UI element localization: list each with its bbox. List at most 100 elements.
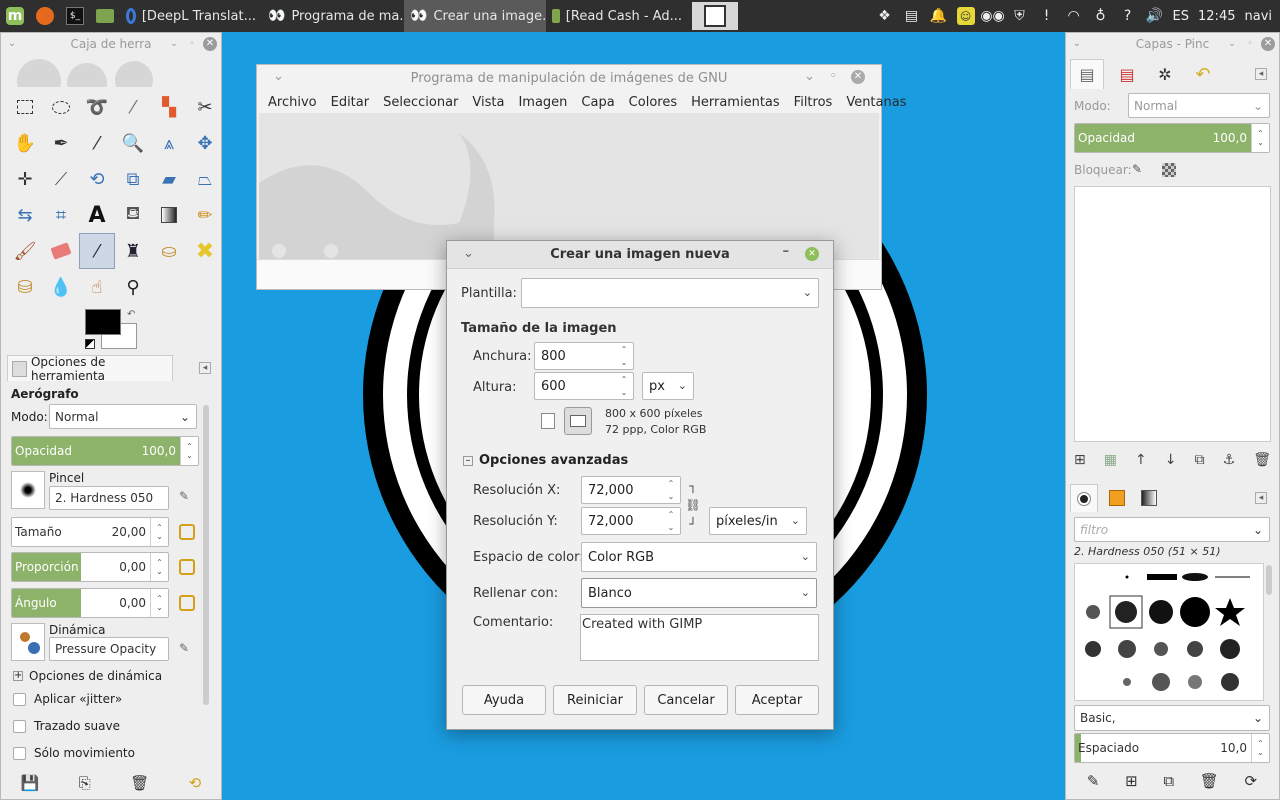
motion-only-checkbox[interactable]: Sólo movimiento [13,746,135,760]
layer-mode-select[interactable]: Normal ⌄ [1128,93,1270,118]
options-scrollbar[interactable] [203,405,209,705]
edit-brush-icon[interactable]: ✎ [179,489,189,503]
spacing-slider[interactable]: Espaciado 10,0 ⌃ ⌄ [1074,733,1270,763]
move-tool[interactable]: ✥ [187,125,223,161]
raise-layer-icon[interactable]: ↑ [1135,452,1147,468]
measure-tool[interactable]: ⩓ [151,125,187,161]
delete-options-icon[interactable]: 🗑 [130,774,149,792]
layer-opacity-slider[interactable]: Opacidad 100,0 ⌃ ⌄ [1074,123,1270,153]
duplicate-brush-icon[interactable]: ⧉ [1163,772,1174,790]
cancel-button[interactable]: Cancelar [644,685,728,715]
brush-name-field[interactable]: 2. Hardness 050 [49,486,169,510]
free-select-tool[interactable]: ➰ [79,89,115,125]
template-select[interactable]: ⌄ [521,278,819,308]
chain-link-icon[interactable]: ┐ ⛓ ┘ [685,479,700,531]
new-layer-icon[interactable]: ⊞ [1074,452,1086,468]
swap-colors-icon[interactable]: ↶ [127,309,135,320]
color-picker-tool[interactable]: ⁄ [79,125,115,161]
opacity-slider[interactable]: Opacidad 100,0 ⌃ ⌄ [11,436,199,466]
menu-chevron-icon[interactable]: ⌄ [5,37,19,51]
pencil-tool[interactable]: ✏ [187,197,223,233]
dynamics-preview[interactable] [11,623,45,661]
menu-chevron-icon[interactable]: ⌄ [273,69,284,84]
blend-tool[interactable] [151,197,187,233]
close-icon[interactable]: ✕ [851,70,865,84]
fuzzy-select-tool[interactable]: ⁄ [115,89,151,125]
paths-tool[interactable]: ✒ [43,125,79,161]
restore-icon[interactable]: ◦ [1243,37,1257,51]
aspect-ratio-slider[interactable]: Proporción de as... 0,00 ⌃ ⌄ [11,552,169,582]
edit-dynamics-icon[interactable]: ✎ [179,641,189,655]
menu-editar[interactable]: Editar [324,95,377,110]
new-brush-icon[interactable]: ⊞ [1125,772,1138,790]
task-gimp-main[interactable]: 👀 Programa de ma... [262,0,404,32]
crop-tool[interactable]: ⟋ [43,161,79,197]
menu-vista[interactable]: Vista [465,95,511,110]
spin-arrows-icon[interactable]: ⌃ ⌄ [150,518,168,546]
new-layer-group-icon[interactable]: ▦ [1104,452,1117,468]
height-input[interactable]: 600 ⌃ ⌄ [534,372,634,400]
tab-patterns[interactable] [1104,490,1130,506]
files-launcher[interactable] [90,0,120,32]
tab-undo[interactable]: ↶ [1188,64,1218,85]
portrait-orientation-button[interactable] [541,413,555,429]
size-unit-select[interactable]: px ⌄ [642,372,694,400]
airbrush-tool[interactable]: ⁄ [79,233,115,269]
clone-tool[interactable]: ⛀ [151,233,187,269]
dropbox-icon[interactable]: ❖ [876,7,894,25]
brush-scrollbar[interactable] [1266,565,1272,595]
jitter-checkbox[interactable]: Aplicar «jitter» [13,692,122,706]
help-button[interactable]: Ayuda [462,685,546,715]
dynamics-name-field[interactable]: Pressure Opacity [49,637,169,661]
color-select-tool[interactable]: ▚ [151,89,187,125]
wifi-icon[interactable]: ◠ [1065,7,1083,25]
colorspace-select[interactable]: Color RGB ⌄ [581,542,817,572]
close-icon[interactable]: ✕ [1261,37,1275,51]
foreground-select-tool[interactable]: ✋ [7,125,43,161]
spin-arrows-icon[interactable]: ⌃ ⌄ [617,375,631,397]
flip-tool[interactable]: ⇆ [7,197,43,233]
task-new-image[interactable]: 👀 Crear una image... [404,0,546,32]
blur-tool[interactable]: 💧 [43,269,79,305]
shear-tool[interactable]: ▰ [151,161,187,197]
menu-ventanas[interactable]: Ventanas [839,95,913,110]
zoom-tool[interactable]: 🔍 [115,125,151,161]
width-input[interactable]: 800 ⌃ ⌄ [534,342,634,370]
reset-options-icon[interactable]: ⟲ [189,774,202,792]
minimize-icon[interactable]: – [783,244,790,259]
delete-brush-icon[interactable]: 🗑 [1200,772,1219,790]
reset-button[interactable]: Reiniciar [553,685,637,715]
lower-layer-icon[interactable]: ↓ [1165,452,1177,468]
volume-icon[interactable]: 🔊 [1146,7,1164,25]
reset-angle-icon[interactable] [179,595,195,611]
spin-arrows-icon[interactable]: ⌃ ⌄ [1251,734,1269,762]
minimize-icon[interactable]: ⌄ [804,69,815,84]
keyboard-language[interactable]: ES [1173,9,1189,24]
brush-grid[interactable] [1074,563,1264,701]
minimize-icon[interactable]: ⌄ [167,37,181,51]
resolution-unit-select[interactable]: píxeles/in ⌄ [709,507,807,535]
smooth-stroke-checkbox[interactable]: Trazado suave [13,719,120,733]
brush-tag-select[interactable]: Basic, ⌄ [1074,705,1270,731]
layers-list[interactable] [1074,186,1271,442]
menu-seleccionar[interactable]: Seleccionar [376,95,465,110]
notifications-bell-icon[interactable]: 🔔 [930,7,948,25]
lock-pixels-icon[interactable]: ✎ [1132,162,1142,176]
brush-filter-input[interactable]: filtro ⌄ [1074,517,1270,542]
menu-colores[interactable]: Colores [622,95,684,110]
tab-channels[interactable]: ▤ [1112,65,1142,84]
edit-brush-icon[interactable]: ✎ [1087,772,1100,790]
notes-icon[interactable]: ☺ [956,7,975,25]
clock[interactable]: 12:45 [1198,9,1235,24]
dodge-burn-tool[interactable]: ⚲ [115,269,151,305]
eyes-icon[interactable]: ◉◉ [980,7,1004,25]
restore-options-icon[interactable]: ⎘ [79,774,91,792]
tab-gradients[interactable] [1136,490,1162,506]
menu-chevron-icon[interactable]: ⌄ [463,246,474,261]
restore-icon[interactable]: ◦ [185,37,199,51]
spin-arrows-icon[interactable]: ⌃ ⌄ [664,479,678,501]
duplicate-layer-icon[interactable]: ⧉ [1195,452,1205,468]
empty-canvas-area[interactable] [259,113,879,259]
spin-arrows-icon[interactable]: ⌃ ⌄ [180,437,198,465]
menu-filtros[interactable]: Filtros [787,95,840,110]
